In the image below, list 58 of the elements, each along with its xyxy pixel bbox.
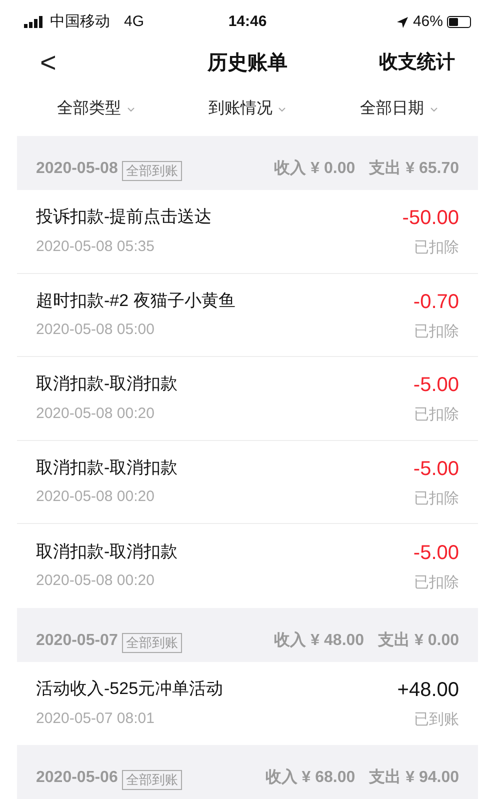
bill-amount: -5.00 <box>413 456 459 482</box>
bill-time: 2020-05-08 00:20 <box>36 487 156 508</box>
battery-icon <box>447 16 471 28</box>
bill-title: 取消扣款-取消扣款 <box>36 373 178 396</box>
day-date: 2020-05-07 <box>36 630 118 650</box>
bill-row[interactable]: 投诉扣款-提前点击送达 2020-05-08 05:35 -50.00 已扣除 <box>17 190 478 274</box>
bill-title: 活动收入-525元冲单活动 <box>36 678 224 700</box>
bill-time: 2020-05-08 05:00 <box>36 320 156 340</box>
location-arrow-icon <box>396 16 409 28</box>
day-income: 收入 ¥ 0.00 <box>274 158 356 179</box>
day-expense: 支出 ¥ 94.00 <box>369 768 459 788</box>
day-date: 2020-05-06 <box>36 768 118 788</box>
chevron-down-icon <box>430 106 438 112</box>
bill-time: 2020-05-08 00:20 <box>36 571 156 592</box>
bill-status: 已扣除 <box>414 488 459 508</box>
signal-icon <box>24 16 44 28</box>
bill-amount: -50.00 <box>402 206 459 231</box>
filter-dropdown[interactable]: 全部类型 <box>56 97 135 121</box>
bill-time: 2020-05-07 08:01 <box>36 708 156 729</box>
bill-status: 已扣除 <box>414 405 459 425</box>
bill-amount: -5.00 <box>413 540 459 566</box>
bill-time: 2020-05-08 05:35 <box>36 236 156 257</box>
bill-title: 取消扣款-取消扣款 <box>36 456 178 479</box>
chevron-down-icon <box>126 106 135 112</box>
bill-row[interactable]: 超时扣款-#2 夜猫子小黄鱼 2020-05-08 05:00 -0.70 已扣除 <box>17 274 478 357</box>
bill-amount: -5.00 <box>413 373 459 398</box>
page-title: 历史账单 <box>206 51 288 76</box>
day-income: 收入 ¥ 68.00 <box>265 767 356 788</box>
bill-row[interactable]: 取消扣款-取消扣款 2020-05-08 00:20 -5.00 已扣除 <box>17 524 478 608</box>
day-expense: 支出 ¥ 0.00 <box>378 630 459 650</box>
bill-amount: -0.70 <box>413 290 459 314</box>
bill-row[interactable]: 取消扣款-取消扣款 2020-05-08 00:20 -5.00 已扣除 <box>17 357 478 440</box>
bill-title: 投诉扣款-提前点击送达 <box>36 206 212 228</box>
chevron-down-icon <box>278 106 286 112</box>
bill-time: 2020-05-08 00:20 <box>36 404 156 424</box>
bill-status: 已扣除 <box>414 238 459 258</box>
filter-dropdown[interactable]: 到账情况 <box>208 97 286 121</box>
back-button[interactable]: < <box>40 42 130 84</box>
day-expense: 支出 ¥ 65.70 <box>369 158 459 179</box>
bill-title: 取消扣款-取消扣款 <box>36 540 178 563</box>
bill-status: 已到账 <box>414 710 459 730</box>
clock-time: 14:46 <box>228 12 267 32</box>
status-tag: 全部到账 <box>122 770 182 790</box>
bill-status: 已扣除 <box>414 322 459 342</box>
bill-row[interactable]: 活动收入-525元冲单活动 2020-05-07 08:01 +48.00 已到账 <box>17 662 478 745</box>
day-date: 2020-05-08 <box>36 159 118 179</box>
status-tag: 全部到账 <box>122 161 182 181</box>
bill-title: 超时扣款-#2 夜猫子小黄鱼 <box>36 290 236 312</box>
network-type: 4G <box>124 12 144 32</box>
carrier-name: 中国移动 <box>50 12 110 32</box>
bill-status: 已扣除 <box>414 572 459 592</box>
day-income: 收入 ¥ 48.00 <box>274 630 364 650</box>
battery-percent: 46% <box>412 12 443 32</box>
statistics-link[interactable]: 收支统计 <box>365 48 455 78</box>
bill-amount: +48.00 <box>397 678 459 703</box>
filter-dropdown[interactable]: 全部日期 <box>360 97 438 121</box>
bill-row[interactable]: 取消扣款-取消扣款 2020-05-08 00:20 -5.00 已扣除 <box>17 440 478 524</box>
status-tag: 全部到账 <box>122 632 182 652</box>
